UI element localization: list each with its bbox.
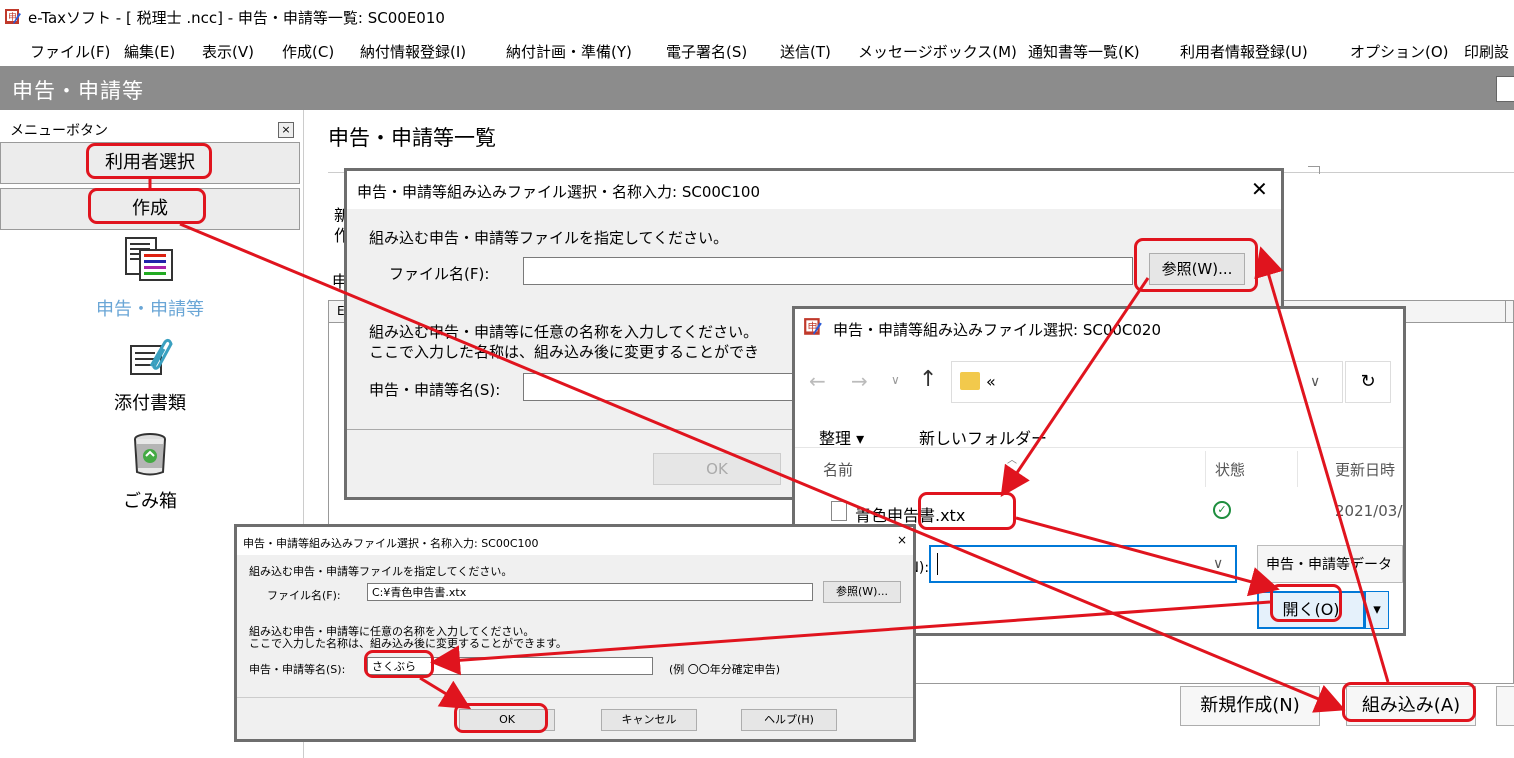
arrow-file-to-open [1015, 516, 1280, 597]
arrow-import-to-browse [1254, 246, 1390, 683]
arrow-create-to-import [179, 222, 1346, 713]
arrow-open-to-name [430, 600, 1271, 676]
arrow-browse-to-file [1000, 277, 1150, 497]
arrow-name-to-ok [419, 676, 472, 710]
annotation-arrows [148, 179, 1390, 713]
